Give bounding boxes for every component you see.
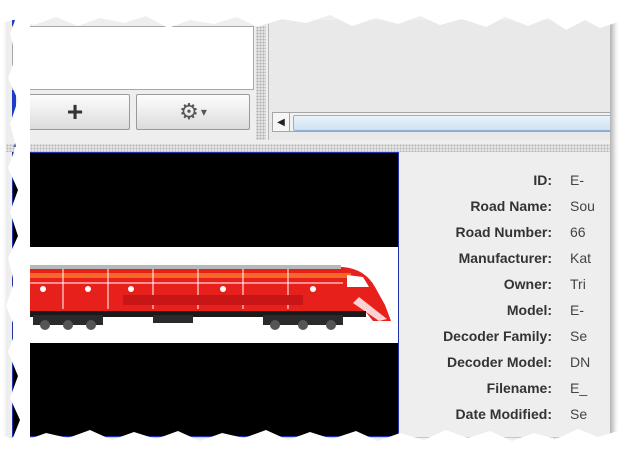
field-model: Model: E- xyxy=(400,302,610,326)
field-label: Model: xyxy=(506,302,552,318)
field-id: ID: E- xyxy=(400,172,610,196)
field-date-modified: Date Modified: Se xyxy=(400,406,610,430)
settings-menu-button[interactable]: ⚙ ▾ xyxy=(136,94,250,130)
field-label: Decoder Family: xyxy=(443,328,552,344)
add-button[interactable]: + xyxy=(20,94,130,130)
locomotive-image xyxy=(13,247,398,343)
roster-detail-panel: ID: E- Road Name: Sou Road Number: 66 Ma… xyxy=(400,152,610,435)
field-decoder-family: Decoder Family: Se xyxy=(400,328,610,352)
status-bar: Service Mode Programmer ProgrammerManage… xyxy=(6,437,610,453)
field-value: DN xyxy=(570,354,591,370)
scroll-thumb[interactable] xyxy=(293,115,610,131)
field-owner: Owner: Tri xyxy=(400,276,610,300)
field-filename: Filename: E_ xyxy=(400,380,610,404)
field-value: Se xyxy=(570,328,588,344)
gear-icon: ⚙ xyxy=(179,99,199,124)
field-road-name: Road Name: Sou xyxy=(400,198,610,222)
field-value: Se xyxy=(570,406,588,422)
app-window: + ⚙ ▾ ◀ ▲▼ ID: E- Road Name: Sou Road Nu… xyxy=(6,6,610,453)
field-value: E- xyxy=(570,172,584,188)
locomotive-image-panel xyxy=(12,152,399,437)
field-label: Road Name: xyxy=(470,198,552,214)
vertical-split-divider[interactable] xyxy=(256,20,266,140)
roster-group-list[interactable] xyxy=(12,26,254,90)
field-decoder-model: Decoder Model: DN xyxy=(400,354,610,378)
operations-status: One xyxy=(562,439,587,453)
field-road-number: Road Number: 66 xyxy=(400,224,610,248)
field-value: Tri xyxy=(570,276,586,292)
field-label: Manufacturer: xyxy=(458,250,552,266)
scroll-left-button[interactable]: ◀ xyxy=(273,113,290,131)
field-label: ID: xyxy=(533,172,552,188)
field-label: Decoder Model: xyxy=(446,354,552,370)
status-separator xyxy=(554,438,555,453)
field-label: Filename: xyxy=(486,380,552,396)
plus-icon: + xyxy=(66,96,84,127)
field-label: Date Modified: xyxy=(455,406,552,422)
arrow-left-icon: ◀ xyxy=(277,116,285,128)
horizontal-scrollbar[interactable]: ◀ xyxy=(272,112,610,132)
field-manufacturer: Manufacturer: Kat xyxy=(400,250,610,274)
field-value: Kat xyxy=(570,250,592,266)
field-label: Road Number: xyxy=(455,224,552,240)
field-value: E_ xyxy=(570,380,588,396)
programmer-status: Service Mode Programmer ProgrammerManage… xyxy=(14,439,352,453)
field-label: Owner: xyxy=(503,276,552,292)
locomotive-illustration xyxy=(19,265,391,330)
chevron-down-icon: ▾ xyxy=(200,105,207,119)
field-value: E- xyxy=(570,302,584,318)
field-value: 66 xyxy=(570,224,586,240)
field-value: Sou xyxy=(570,198,595,214)
split-collapse-arrows-icon[interactable]: ▲▼ xyxy=(12,142,28,149)
horizontal-split-divider[interactable] xyxy=(6,144,610,152)
